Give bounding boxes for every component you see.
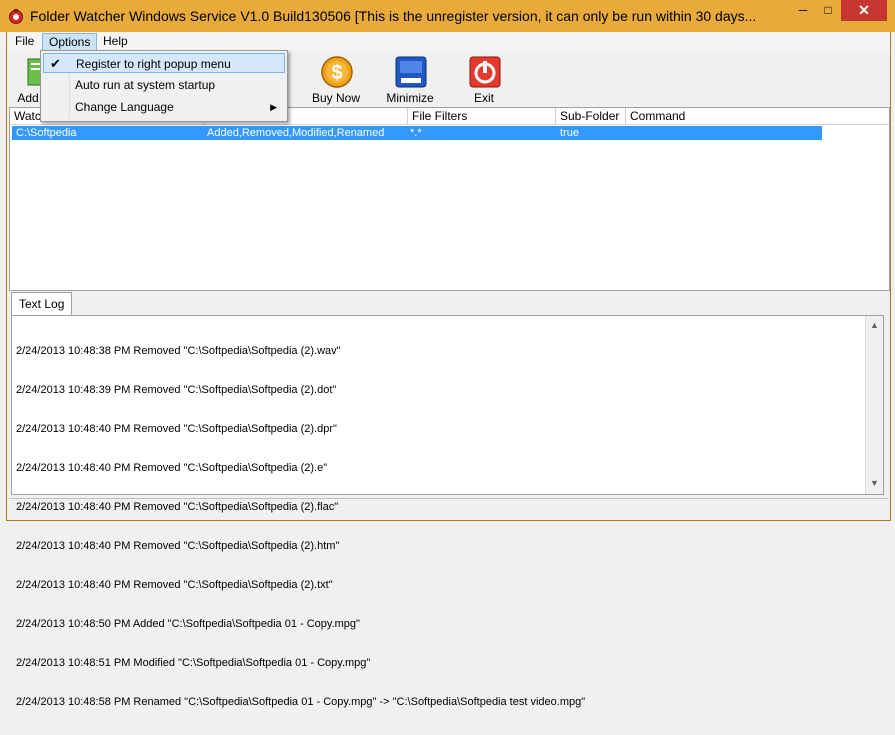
- menu-item-auto-run[interactable]: Auto run at system startup: [43, 75, 285, 95]
- svg-text:$: $: [331, 62, 342, 84]
- menu-item-label: Auto run at system startup: [75, 78, 216, 92]
- log-line: 2/24/2013 10:48:38 PM Removed "C:\Softpe…: [16, 345, 341, 357]
- log-line: 2/24/2013 10:48:50 PM Added "C:\Softpedi…: [16, 618, 360, 630]
- scroll-up-icon[interactable]: ▲: [870, 320, 879, 330]
- scroll-down-icon[interactable]: ▼: [870, 478, 879, 488]
- app-icon: [9, 9, 23, 24]
- minimize-button[interactable]: Minimize: [379, 53, 441, 105]
- window-title: Folder Watcher Windows Service V1.0 Buil…: [30, 8, 757, 24]
- check-icon: ✔: [50, 56, 61, 71]
- minimize-label: Minimize: [386, 91, 434, 105]
- log-line: 2/24/2013 10:48:40 PM Removed "C:\Softpe…: [16, 462, 328, 474]
- options-dropdown: ✔ Register to right popup menu Auto run …: [40, 50, 288, 122]
- dollar-icon: $: [321, 56, 353, 88]
- menu-item-change-language[interactable]: Change Language ▶: [43, 97, 285, 117]
- cell-folder: C:\Softpedia: [16, 127, 77, 139]
- log-line: 2/24/2013 10:48:40 PM Removed "C:\Softpe…: [16, 423, 337, 435]
- exit-button[interactable]: Exit: [453, 53, 515, 105]
- tab-text-log[interactable]: Text Log: [11, 292, 73, 315]
- tab-strip: Text Log: [9, 292, 888, 316]
- log-lines: 2/24/2013 10:48:38 PM Removed "C:\Softpe…: [16, 319, 585, 735]
- log-line: 2/24/2013 10:48:40 PM Removed "C:\Softpe…: [16, 579, 333, 591]
- log-line: 2/24/2013 10:48:58 PM Renamed "C:\Softpe…: [16, 696, 586, 708]
- minimize-icon: [395, 56, 427, 88]
- power-icon: [469, 56, 501, 88]
- column-header-sub-folder[interactable]: Sub-Folder: [556, 108, 626, 124]
- table-row[interactable]: C:\Softpedia Added,Removed,Modified,Rena…: [12, 126, 822, 140]
- close-window-button[interactable]: ✕: [841, 0, 887, 21]
- exit-label: Exit: [473, 91, 494, 105]
- menu-bar: File Options Help: [7, 32, 890, 52]
- menu-item-register-popup[interactable]: ✔ Register to right popup menu: [43, 53, 285, 73]
- menu-item-label: Register to right popup menu: [76, 57, 231, 71]
- cell-subfolder: true: [560, 127, 579, 139]
- submenu-arrow-icon: ▶: [270, 102, 277, 112]
- log-line: 2/24/2013 10:48:51 PM Modified "C:\Softp…: [16, 657, 371, 669]
- text-log[interactable]: 2/24/2013 10:48:38 PM Removed "C:\Softpe…: [11, 315, 884, 708]
- title-bar[interactable]: Folder Watcher Windows Service V1.0 Buil…: [0, 0, 895, 32]
- minimize-window-button[interactable]: ─: [789, 0, 817, 21]
- log-scrollbar[interactable]: ▲ ▼: [865, 316, 883, 494]
- column-header-file-filters[interactable]: File Filters: [408, 108, 556, 124]
- buy-now-button[interactable]: $ Buy Now: [305, 53, 367, 105]
- cell-command: [626, 126, 628, 140]
- menu-help[interactable]: Help: [97, 33, 134, 50]
- cell-events: Added,Removed,Modified,Renamed: [207, 127, 385, 139]
- buy-now-label: Buy Now: [311, 91, 361, 105]
- menu-item-label: Change Language: [75, 100, 174, 114]
- watch-list[interactable]: Watc File Filters Sub-Folder Command C:\…: [9, 107, 890, 291]
- log-line: 2/24/2013 10:48:39 PM Removed "C:\Softpe…: [16, 384, 337, 396]
- column-header-command[interactable]: Command: [626, 108, 826, 124]
- cell-filters: *.*: [410, 127, 422, 139]
- log-line: 2/24/2013 10:48:40 PM Removed "C:\Softpe…: [16, 540, 340, 552]
- status-bar: [9, 498, 888, 518]
- menu-file[interactable]: File: [9, 33, 40, 50]
- maximize-window-button[interactable]: □: [815, 0, 841, 21]
